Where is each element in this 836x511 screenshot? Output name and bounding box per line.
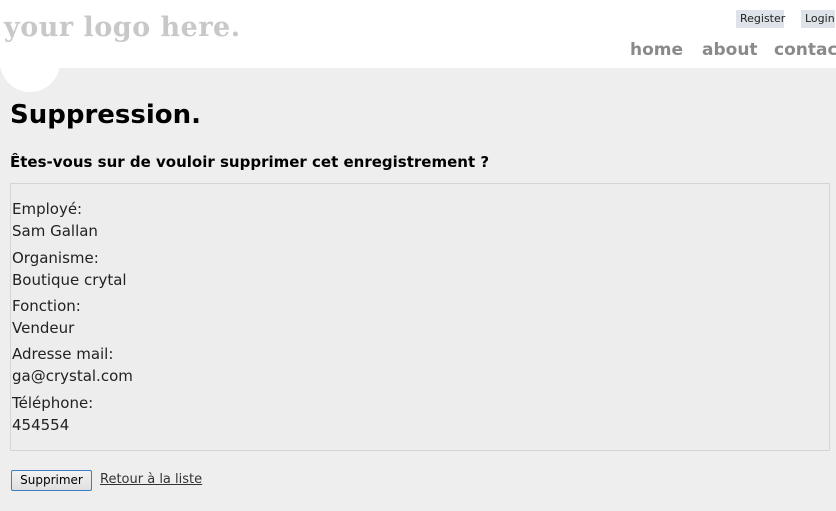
field-label: Fonction: <box>12 297 81 315</box>
back-to-list-link[interactable]: Retour à la liste <box>100 472 202 487</box>
field-employee: Employé: Sam Gallan <box>12 199 98 242</box>
site-header: your logo here. Register Login home abou… <box>0 0 836 92</box>
site-logo[interactable]: your logo here. <box>4 12 241 43</box>
field-value: 454554 <box>12 416 70 434</box>
field-label: Organisme: <box>12 249 99 267</box>
field-value: Boutique crytal <box>12 271 127 289</box>
field-value: Vendeur <box>12 319 75 337</box>
field-email: Adresse mail: ga@crystal.com <box>12 344 133 387</box>
main-content: Suppression. Êtes-vous sur de vouloir su… <box>0 68 836 511</box>
field-phone: Téléphone: 454554 <box>12 393 93 436</box>
confirmation-question: Êtes-vous sur de vouloir supprimer cet e… <box>10 153 490 171</box>
field-value: Sam Gallan <box>12 222 98 240</box>
field-label: Adresse mail: <box>12 345 114 363</box>
field-value: ga@crystal.com <box>12 367 133 385</box>
field-label: Téléphone: <box>12 394 94 412</box>
login-link[interactable]: Login <box>801 10 835 28</box>
nav-contact-link[interactable]: contact <box>774 40 836 60</box>
register-link[interactable]: Register <box>736 10 785 28</box>
field-organization: Organisme: Boutique crytal <box>12 248 127 291</box>
field-function: Fonction: Vendeur <box>12 296 81 339</box>
nav-home-link[interactable]: home <box>630 40 683 60</box>
field-label: Employé: <box>12 200 83 218</box>
page-title: Suppression. <box>10 100 202 130</box>
nav-about-link[interactable]: about <box>702 40 758 60</box>
record-details: Employé: Sam Gallan Organisme: Boutique … <box>10 183 830 451</box>
delete-button[interactable]: Supprimer <box>11 470 92 491</box>
